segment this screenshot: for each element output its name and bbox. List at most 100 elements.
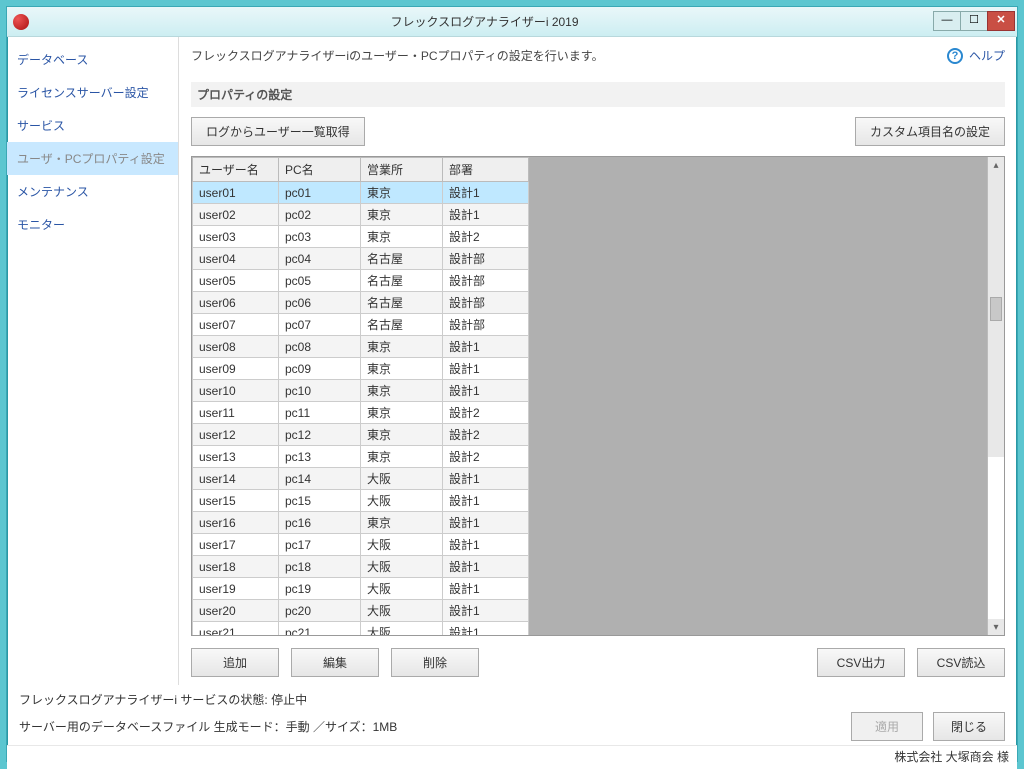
vertical-scrollbar[interactable]: ▴ ▾ xyxy=(987,157,1004,635)
cell-pc: pc15 xyxy=(279,490,361,512)
app-window: フレックスログアナライザーi 2019 — ☐ ✕ データベース ライセンスサー… xyxy=(6,6,1018,762)
table-row[interactable]: user19pc19大阪設計1 xyxy=(193,578,529,600)
cell-user: user13 xyxy=(193,446,279,468)
cell-pc: pc03 xyxy=(279,226,361,248)
cell-user: user04 xyxy=(193,248,279,270)
cell-dept: 設計1 xyxy=(443,490,529,512)
cell-dept: 設計1 xyxy=(443,534,529,556)
cell-office: 名古屋 xyxy=(361,248,443,270)
cell-dept: 設計2 xyxy=(443,446,529,468)
sidebar-item-database[interactable]: データベース xyxy=(7,43,178,76)
cell-user: user21 xyxy=(193,622,279,636)
table-row[interactable]: user13pc13東京設計2 xyxy=(193,446,529,468)
cell-office: 東京 xyxy=(361,424,443,446)
table-row[interactable]: user10pc10東京設計1 xyxy=(193,380,529,402)
cell-pc: pc06 xyxy=(279,292,361,314)
cell-pc: pc12 xyxy=(279,424,361,446)
csv-export-button[interactable]: CSV出力 xyxy=(817,648,905,677)
column-header[interactable]: PC名 xyxy=(279,158,361,182)
column-header[interactable]: ユーザー名 xyxy=(193,158,279,182)
edit-button[interactable]: 編集 xyxy=(291,648,379,677)
cell-dept: 設計1 xyxy=(443,182,529,204)
cell-pc: pc08 xyxy=(279,336,361,358)
cell-dept: 設計1 xyxy=(443,468,529,490)
table-row[interactable]: user11pc11東京設計2 xyxy=(193,402,529,424)
cell-dept: 設計1 xyxy=(443,512,529,534)
cell-office: 東京 xyxy=(361,446,443,468)
minimize-button[interactable]: — xyxy=(933,11,961,31)
cell-office: 東京 xyxy=(361,358,443,380)
main-panel: フレックスログアナライザーiのユーザー・PCプロパティの設定を行います。 ? ヘ… xyxy=(179,37,1017,685)
cell-office: 東京 xyxy=(361,402,443,424)
scroll-down-icon[interactable]: ▾ xyxy=(988,619,1004,635)
cell-user: user16 xyxy=(193,512,279,534)
table-row[interactable]: user06pc06名古屋設計部 xyxy=(193,292,529,314)
table-row[interactable]: user17pc17大阪設計1 xyxy=(193,534,529,556)
cell-office: 大阪 xyxy=(361,622,443,636)
cell-office: 大阪 xyxy=(361,468,443,490)
table-row[interactable]: user04pc04名古屋設計部 xyxy=(193,248,529,270)
sidebar-item-service[interactable]: サービス xyxy=(7,109,178,142)
sidebar-item-maintenance[interactable]: メンテナンス xyxy=(7,175,178,208)
titlebar[interactable]: フレックスログアナライザーi 2019 — ☐ ✕ xyxy=(7,7,1017,37)
scroll-thumb[interactable] xyxy=(990,297,1002,321)
service-status-text: フレックスログアナライザーi サービスの状態: 停止中 xyxy=(19,691,307,708)
cell-office: 名古屋 xyxy=(361,314,443,336)
maximize-button[interactable]: ☐ xyxy=(960,11,988,31)
cell-dept: 設計1 xyxy=(443,578,529,600)
add-button[interactable]: 追加 xyxy=(191,648,279,677)
cell-user: user15 xyxy=(193,490,279,512)
window-title: フレックスログアナライザーi 2019 xyxy=(35,13,934,30)
cell-pc: pc09 xyxy=(279,358,361,380)
cell-dept: 設計1 xyxy=(443,358,529,380)
column-header[interactable]: 営業所 xyxy=(361,158,443,182)
close-icon: ✕ xyxy=(996,15,1005,26)
table-row[interactable]: user08pc08東京設計1 xyxy=(193,336,529,358)
cell-dept: 設計部 xyxy=(443,270,529,292)
table-row[interactable]: user14pc14大阪設計1 xyxy=(193,468,529,490)
close-settings-button[interactable]: 閉じる xyxy=(933,712,1005,741)
cell-dept: 設計1 xyxy=(443,600,529,622)
cell-user: user07 xyxy=(193,314,279,336)
cell-office: 東京 xyxy=(361,512,443,534)
table-row[interactable]: user21pc21大阪設計1 xyxy=(193,622,529,636)
cell-pc: pc01 xyxy=(279,182,361,204)
table-row[interactable]: user05pc05名古屋設計部 xyxy=(193,270,529,292)
cell-user: user02 xyxy=(193,204,279,226)
scroll-up-icon[interactable]: ▴ xyxy=(988,157,1004,173)
help-link[interactable]: ? ヘルプ xyxy=(947,47,1005,64)
cell-pc: pc10 xyxy=(279,380,361,402)
cell-office: 東京 xyxy=(361,226,443,248)
cell-user: user01 xyxy=(193,182,279,204)
table-row[interactable]: user20pc20大阪設計1 xyxy=(193,600,529,622)
table-row[interactable]: user02pc02東京設計1 xyxy=(193,204,529,226)
cell-office: 大阪 xyxy=(361,534,443,556)
sidebar-item-license-server[interactable]: ライセンスサーバー設定 xyxy=(7,76,178,109)
cell-dept: 設計1 xyxy=(443,556,529,578)
custom-column-names-button[interactable]: カスタム項目名の設定 xyxy=(855,117,1005,146)
table-row[interactable]: user18pc18大阪設計1 xyxy=(193,556,529,578)
csv-import-button[interactable]: CSV読込 xyxy=(917,648,1005,677)
cell-user: user20 xyxy=(193,600,279,622)
table-row[interactable]: user16pc16東京設計1 xyxy=(193,512,529,534)
table-row[interactable]: user09pc09東京設計1 xyxy=(193,358,529,380)
cell-pc: pc05 xyxy=(279,270,361,292)
close-button[interactable]: ✕ xyxy=(987,11,1015,31)
sidebar: データベース ライセンスサーバー設定 サービス ユーザ・PCプロパティ設定 メン… xyxy=(7,37,179,685)
sidebar-item-user-pc-property[interactable]: ユーザ・PCプロパティ設定 xyxy=(7,142,178,175)
table-row[interactable]: user07pc07名古屋設計部 xyxy=(193,314,529,336)
table-row[interactable]: user12pc12東京設計2 xyxy=(193,424,529,446)
import-from-log-button[interactable]: ログからユーザー一覧取得 xyxy=(191,117,365,146)
table-row[interactable]: user03pc03東京設計2 xyxy=(193,226,529,248)
cell-dept: 設計1 xyxy=(443,336,529,358)
delete-button[interactable]: 削除 xyxy=(391,648,479,677)
cell-dept: 設計2 xyxy=(443,226,529,248)
table-row[interactable]: user15pc15大阪設計1 xyxy=(193,490,529,512)
cell-pc: pc16 xyxy=(279,512,361,534)
column-header[interactable]: 部署 xyxy=(443,158,529,182)
sidebar-item-monitor[interactable]: モニター xyxy=(7,208,178,241)
table-row[interactable]: user01pc01東京設計1 xyxy=(193,182,529,204)
cell-user: user10 xyxy=(193,380,279,402)
cell-office: 大阪 xyxy=(361,578,443,600)
section-title: プロパティの設定 xyxy=(191,82,1005,107)
